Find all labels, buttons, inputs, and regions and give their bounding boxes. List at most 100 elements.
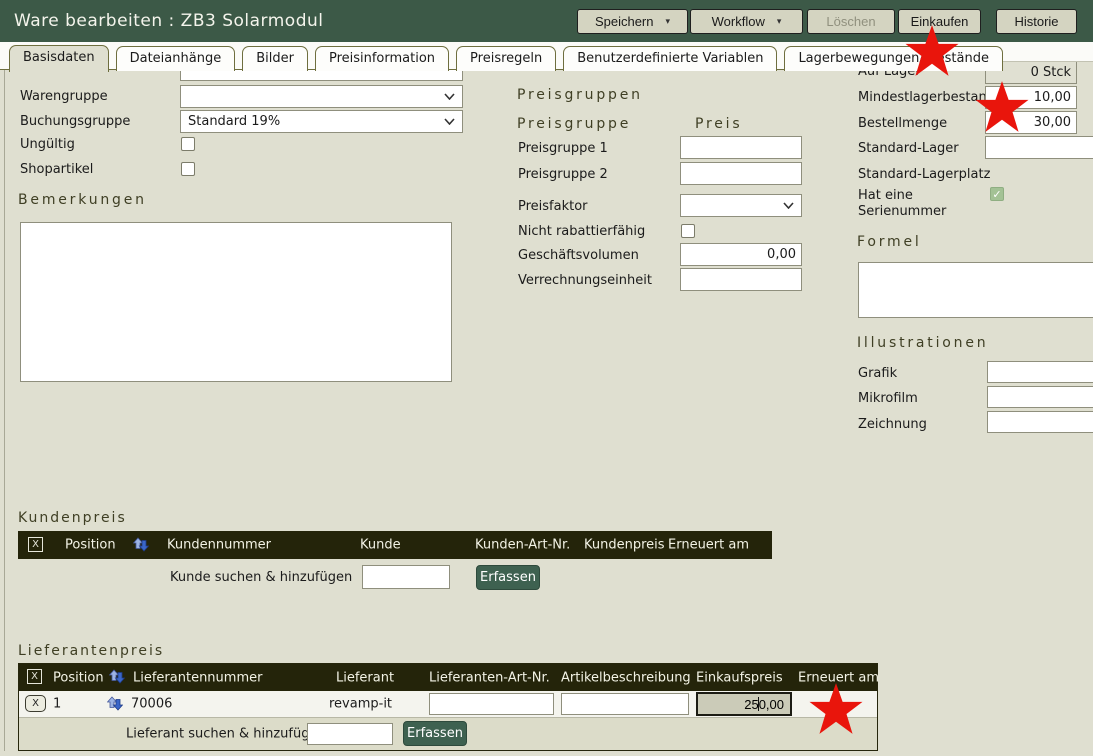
tab-preisregeln[interactable]: Preisregeln [456, 46, 556, 71]
preisfaktor-select[interactable] [680, 194, 802, 217]
lieferant-suchen-label: Lieferant suchen & hinzufügen [126, 727, 326, 742]
buchungsgruppe-label: Buchungsgruppe [20, 114, 130, 129]
column-kundenpreis: Kundenpreis [584, 538, 665, 553]
kunde-suchen-input[interactable] [362, 565, 450, 589]
sort-icon[interactable] [133, 537, 149, 556]
lieferantenpreis-heading: Lieferantenpreis [18, 643, 164, 659]
standard-lagerplatz-label: Standard-Lagerplatz [858, 167, 990, 182]
grafik-label: Grafik [858, 366, 897, 381]
dropdown-arrow-icon: ▾ [666, 16, 671, 27]
form-border-line [4, 70, 5, 751]
nicht-rabattierfaehig-checkbox[interactable] [681, 224, 695, 238]
chevron-down-icon [444, 93, 455, 100]
row-position: 1 [53, 697, 61, 712]
geschaeftsvolumen-input[interactable] [680, 243, 802, 266]
column-lieferantennummer: Lieferantennummer [133, 670, 262, 685]
standard-lager-input[interactable] [985, 136, 1093, 159]
lieferant-suchen-input[interactable] [307, 723, 393, 745]
sort-icon[interactable] [107, 696, 123, 715]
kunde-suchen-label: Kunde suchen & hinzufügen [170, 570, 352, 585]
tab-lagerbewegungen[interactable]: Lagerbewegungen/-bestände [784, 46, 1003, 71]
tab-preisinformation[interactable]: Preisinformation [315, 46, 449, 71]
historie-button[interactable]: Historie [996, 9, 1077, 34]
row-lieferanten-art-nr-input[interactable] [429, 693, 554, 715]
zeichnung-input[interactable] [987, 411, 1093, 433]
tab-benutzerdefinierte-variablen[interactable]: Benutzerdefinierte Variablen [563, 46, 777, 71]
lieferant-search-row: Lieferant suchen & hinzufügen Erfassen [19, 718, 877, 750]
verrechnungseinheit-input[interactable] [680, 268, 802, 291]
ungueltig-checkbox[interactable] [181, 137, 195, 151]
preisgruppe-column-heading: Preisgruppe [517, 116, 631, 132]
row-artikelbeschreibung-input[interactable] [561, 693, 689, 715]
lieferantenpreis-table-header: X Position Lieferantennummer Lieferant L… [19, 664, 877, 691]
lieferantenpreis-table: X Position Lieferantennummer Lieferant L… [18, 663, 878, 751]
text-caret [758, 697, 759, 711]
app-window: EAN-Code Warengruppe Buchungsgruppe Stan… [0, 0, 1093, 756]
nicht-rabattierfaehig-label: Nicht rabattierfähig [518, 224, 645, 239]
tab-dateianhaenge[interactable]: Dateianhänge [116, 46, 236, 71]
column-position: Position [65, 538, 116, 553]
ungueltig-label: Ungültig [20, 137, 75, 152]
column-artikelbeschreibung: Artikelbeschreibung [561, 670, 691, 685]
star-marker [974, 80, 1030, 133]
check-icon: ✓ [992, 188, 1001, 201]
delete-all-icon[interactable]: X [28, 537, 43, 552]
kundenpreis-table-header: X Position Kundennummer Kunde Kunden-Art… [18, 531, 772, 559]
loeschen-button[interactable]: Löschen [807, 9, 895, 34]
preisgruppe2-input[interactable] [680, 162, 802, 185]
mikrofilm-label: Mikrofilm [858, 391, 918, 406]
dropdown-arrow-icon: ▾ [777, 16, 782, 27]
preisfaktor-label: Preisfaktor [518, 199, 588, 214]
warengruppe-select[interactable] [180, 85, 463, 108]
buchungsgruppe-select-value: Standard 19% [188, 114, 280, 129]
seriennummer-checkbox[interactable]: ✓ [990, 187, 1004, 201]
preisgruppe2-label: Preisgruppe 2 [518, 167, 608, 182]
standard-lager-label: Standard-Lager [858, 141, 959, 156]
geschaeftsvolumen-label: Geschäftsvolumen [518, 248, 639, 263]
preisgruppen-heading: Preisgruppen [517, 87, 643, 103]
workflow-button[interactable]: Workflow ▾ [690, 9, 803, 34]
chevron-down-icon [444, 118, 455, 125]
shopartikel-checkbox[interactable] [181, 162, 195, 176]
buchungsgruppe-select[interactable]: Standard 19% [180, 110, 463, 133]
warengruppe-label: Warengruppe [20, 89, 108, 104]
delete-all-icon[interactable]: X [27, 669, 42, 684]
preis-column-heading: Preis [695, 116, 742, 132]
tab-basisdaten[interactable]: Basisdaten [9, 45, 109, 72]
column-lieferanten-art-nr: Lieferanten-Art-Nr. [429, 670, 550, 685]
kunde-erfassen-button[interactable]: Erfassen [476, 565, 540, 590]
row-einkaufspreis-input[interactable] [696, 692, 792, 716]
lieferant-erfassen-button[interactable]: Erfassen [403, 721, 467, 746]
speichern-button[interactable]: Speichern ▾ [577, 9, 688, 34]
kundenpreis-heading: Kundenpreis [18, 510, 127, 526]
delete-row-button[interactable]: X [25, 695, 46, 712]
column-einkaufspreis: Einkaufspreis [696, 670, 783, 685]
grafik-input[interactable] [987, 361, 1093, 383]
bemerkungen-heading: Bemerkungen [18, 192, 147, 208]
row-lieferant: revamp-it [329, 697, 392, 712]
mikrofilm-input[interactable] [987, 386, 1093, 408]
column-erneuert-am: Erneuert am [668, 538, 749, 553]
star-marker [904, 24, 960, 77]
tab-bar: Basisdaten Dateianhänge Bilder Preisinfo… [0, 43, 1003, 71]
column-position: Position [53, 670, 104, 685]
formel-heading: Formel [857, 234, 922, 250]
bemerkungen-textarea[interactable] [20, 222, 452, 382]
preisgruppe1-label: Preisgruppe 1 [518, 141, 608, 156]
formel-textarea[interactable] [858, 262, 1093, 318]
row-lieferantennummer: 70006 [131, 697, 172, 712]
shopartikel-label: Shopartikel [20, 162, 93, 177]
workflow-label: Workflow [712, 14, 765, 29]
column-kunden-art-nr: Kunden-Art-Nr. [475, 538, 570, 553]
column-lieferant: Lieferant [336, 670, 394, 685]
illustrationen-heading: Illustrationen [857, 335, 988, 351]
preisgruppe1-input[interactable] [680, 136, 802, 159]
column-kundennummer: Kundennummer [167, 538, 271, 553]
zeichnung-label: Zeichnung [858, 417, 927, 432]
speichern-label: Speichern [595, 14, 654, 29]
sort-icon[interactable] [109, 669, 125, 688]
star-marker [808, 682, 864, 735]
page-title: Ware bearbeiten : ZB3 Solarmodul [14, 11, 323, 31]
tab-bilder[interactable]: Bilder [242, 46, 308, 71]
table-row: X 1 70006 revamp-it [19, 691, 877, 718]
